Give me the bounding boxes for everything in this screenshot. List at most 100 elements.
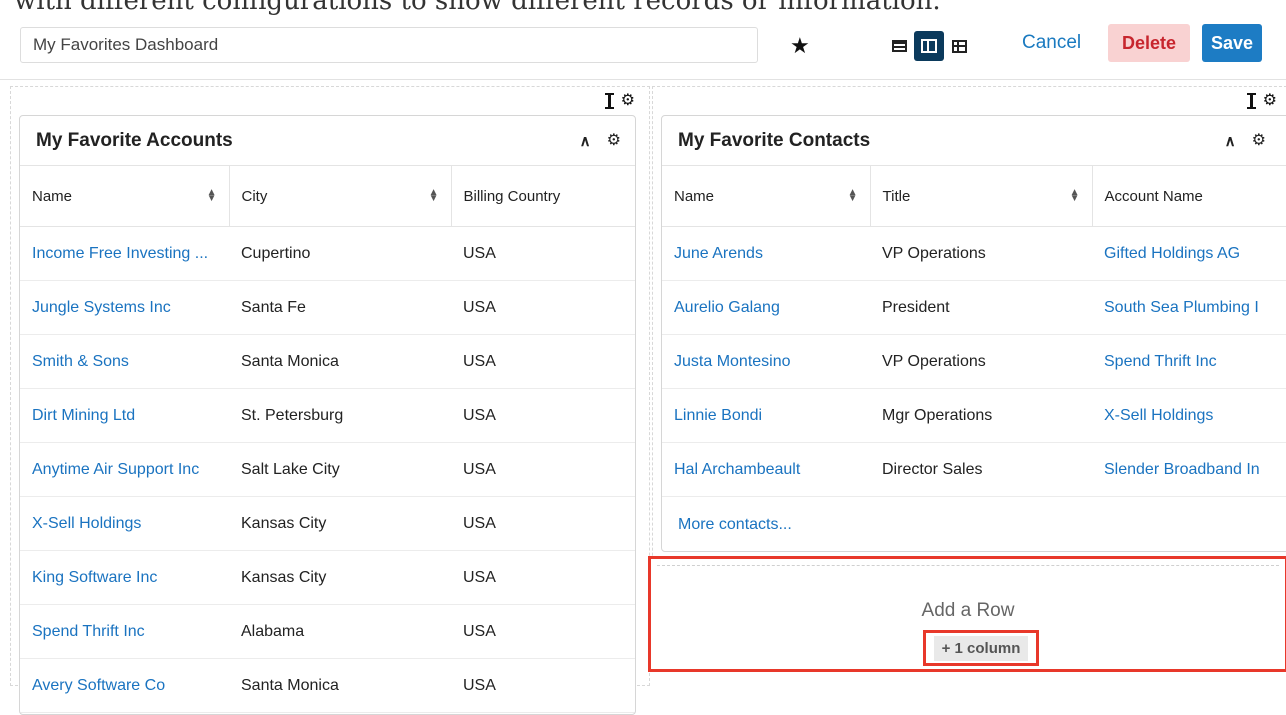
sort-icon[interactable]: ▲ ▼ [207,188,217,204]
city-cell: Santa Monica [229,658,451,713]
city-cell: Alabama [229,604,451,659]
table-row: Spend Thrift Inc Alabama USA [20,604,635,659]
column-header[interactable]: Name ▲ ▼ [20,166,230,227]
toolbar-divider [0,79,1286,80]
add-row-dropzone: Add a Row + 1 column [657,565,1279,666]
title-cell: Mgr Operations [870,388,1092,443]
column-header[interactable]: City ▲ ▼ [229,166,452,227]
sort-icon[interactable]: ▲ ▼ [1070,188,1080,204]
contact-name-link[interactable]: Justa Montesino [662,334,870,389]
cancel-button[interactable]: Cancel [1022,32,1081,54]
table-row: Justa Montesino VP Operations Spend Thrift… [662,334,1286,389]
dashboard-toolbar: ★ Cancel Delete Save [0,0,1286,80]
column-header[interactable]: Title ▲ ▼ [870,166,1093,227]
table-row: Anytime Air Support Inc Salt Lake City USA [20,442,635,497]
city-cell: St. Petersburg [229,388,451,443]
sort-icon[interactable]: ▲ ▼ [848,188,858,204]
city-cell: Salt Lake City [229,442,451,497]
delete-button[interactable]: Delete [1108,24,1190,62]
table-row: Avery Software Co Santa Monica USA [20,658,635,713]
dashlet-header: My Favorite Contacts ∧ ⚙ [662,116,1286,166]
contact-name-link[interactable]: Aurelio Galang [662,280,870,335]
dashlet-favorite-contacts: My Favorite Contacts ∧ ⚙ Name ▲ ▼ Title ▲ ▼ … [661,115,1286,552]
add-column-button-highlight: + 1 column [923,630,1039,666]
dashlet-favorite-accounts: My Favorite Accounts ∧ ⚙ Name ▲ ▼ City ▲ ▼ B… [19,115,636,715]
gear-icon[interactable]: ⚙ [1252,132,1266,149]
table-row: Hal Archambeault Director Sales Slender Br… [662,442,1286,497]
columns-layout-button[interactable] [914,31,944,61]
contacts-table: Name ▲ ▼ Title ▲ ▼ Account Name June Arends V… [662,166,1286,497]
contact-name-link[interactable]: Linnie Bondi [662,388,870,443]
column-header[interactable]: Account Name [1092,166,1286,227]
dashlet-tools: ∧ ⚙ [1225,132,1266,150]
country-cell: USA [451,496,635,551]
city-cell: Santa Fe [229,280,451,335]
table-row: Smith & Sons Santa Monica USA [20,334,635,389]
dashboard-name-input[interactable] [20,27,758,63]
table-row: June Arends VP Operations Gifted Holdings … [662,226,1286,281]
table-header-row: Name ▲ ▼ City ▲ ▼ Billing Country [20,166,635,227]
country-cell: USA [451,442,635,497]
account-name-link[interactable]: Dirt Mining Ltd [20,388,229,443]
more-contacts-link[interactable]: More contacts... [662,497,1286,551]
table-row: Jungle Systems Inc Santa Fe USA [20,280,635,335]
table-header-row: Name ▲ ▼ Title ▲ ▼ Account Name [662,166,1286,227]
account-name-link[interactable]: Smith & Sons [20,334,229,389]
title-cell: President [870,280,1092,335]
favorite-star-icon[interactable]: ★ [790,33,810,59]
country-cell: USA [451,658,635,713]
table-row: Aurelio Galang President South Sea Plumbin… [662,280,1286,335]
list-icon [891,40,907,52]
city-cell: Cupertino [229,226,451,281]
account-name-link[interactable]: Income Free Investing ... [20,226,229,281]
resize-icon[interactable] [1246,93,1256,109]
collapse-chevron-icon[interactable]: ∧ [1225,132,1236,150]
resize-icon[interactable] [604,93,614,109]
account-name-link[interactable]: Anytime Air Support Inc [20,442,229,497]
country-cell: USA [451,226,635,281]
column-header[interactable]: Billing Country [451,166,635,227]
title-cell: VP Operations [870,334,1092,389]
account-name-link[interactable]: X-Sell Holdings [1092,388,1286,443]
account-name-link[interactable]: Gifted Holdings AG [1092,226,1286,281]
add-row-label: Add a Row [921,600,1015,621]
gear-icon[interactable]: ⚙ [621,93,635,109]
account-name-link[interactable]: Avery Software Co [20,658,229,713]
dashlet-tools: ∧ ⚙ [580,132,621,150]
account-name-link[interactable]: Spend Thrift Inc [1092,334,1286,389]
account-name-link[interactable]: King Software Inc [20,550,229,605]
city-cell: Kansas City [229,550,451,605]
country-cell: USA [451,550,635,605]
save-button[interactable]: Save [1202,24,1262,62]
dashlet-title: My Favorite Contacts [678,129,871,151]
gear-icon[interactable]: ⚙ [607,132,621,149]
columns-icon [921,39,937,53]
account-name-link[interactable]: X-Sell Holdings [20,496,229,551]
account-name-link[interactable]: Slender Broadband In [1092,442,1286,497]
list-layout-button[interactable] [884,31,914,61]
dashboard-column-left: ⚙ My Favorite Accounts ∧ ⚙ Name ▲ ▼ City ▲ ▼… [10,86,650,715]
table-row: X-Sell Holdings Kansas City USA [20,496,635,551]
table-row: Income Free Investing ... Cupertino USA [20,226,635,281]
gear-icon[interactable]: ⚙ [1263,93,1277,109]
table-row: Linnie Bondi Mgr Operations X-Sell Holding… [662,388,1286,443]
add-row-zone: Add a Row + 1 column [648,556,1286,672]
add-one-column-button[interactable]: + 1 column [933,635,1029,661]
city-cell: Santa Monica [229,334,451,389]
collapse-chevron-icon[interactable]: ∧ [580,132,591,150]
column-tools: ⚙ [604,93,635,109]
layout-toggle [884,31,974,61]
contact-name-link[interactable]: Hal Archambeault [662,442,870,497]
column-tools: ⚙ [1246,93,1277,109]
accounts-table: Name ▲ ▼ City ▲ ▼ Billing Country Income Fre… [20,166,635,713]
dashlet-header: My Favorite Accounts ∧ ⚙ [20,116,635,166]
contact-name-link[interactable]: June Arends [662,226,870,281]
title-cell: VP Operations [870,226,1092,281]
account-name-link[interactable]: Jungle Systems Inc [20,280,229,335]
country-cell: USA [451,604,635,659]
account-name-link[interactable]: Spend Thrift Inc [20,604,229,659]
column-header[interactable]: Name ▲ ▼ [662,166,871,227]
account-name-link[interactable]: South Sea Plumbing I [1092,280,1286,335]
grid-layout-button[interactable] [944,31,974,61]
sort-icon[interactable]: ▲ ▼ [429,188,439,204]
